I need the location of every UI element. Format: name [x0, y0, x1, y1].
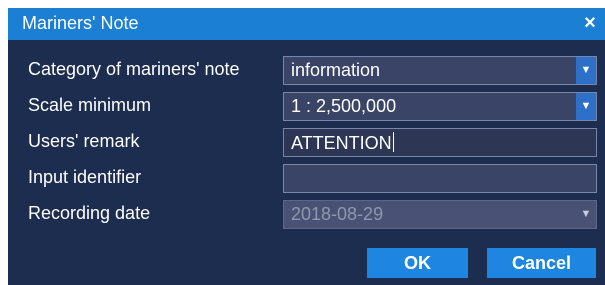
input-identifier-label: Input identifier — [28, 167, 142, 187]
text-caret — [392, 132, 394, 152]
category-select[interactable]: information ▼ — [283, 56, 597, 85]
users-remark-label: Users' remark — [28, 131, 140, 151]
users-remark-input[interactable]: ATTENTION — [283, 128, 597, 157]
recording-date-select: 2018-08-29 ▼ — [283, 200, 597, 229]
category-label: Category of mariners' note — [28, 59, 240, 79]
recording-date-label: Recording date — [28, 203, 151, 223]
scale-minimum-value: 1 : 2,500,000 — [291, 96, 397, 116]
close-icon[interactable]: × — [579, 11, 601, 35]
dialog-title: Mariners' Note — [22, 13, 139, 33]
scale-minimum-label: Scale minimum — [28, 95, 152, 115]
title-bar[interactable]: Mariners' Note × — [8, 8, 605, 40]
cancel-button[interactable]: Cancel — [487, 248, 596, 278]
chevron-down-icon[interactable]: ▼ — [576, 57, 596, 84]
scale-minimum-select[interactable]: 1 : 2,500,000 ▼ — [283, 92, 597, 121]
users-remark-value: ATTENTION — [291, 133, 392, 153]
users-remark-text-wrap: ATTENTION — [291, 132, 394, 154]
chevron-down-icon[interactable]: ▼ — [576, 93, 596, 120]
category-value: information — [291, 60, 381, 80]
recording-date-value: 2018-08-29 — [291, 204, 384, 224]
ok-button[interactable]: OK — [367, 248, 468, 278]
chevron-down-icon: ▼ — [580, 208, 592, 220]
mariners-note-dialog: Mariners' Note × Category of mariners' n… — [8, 8, 605, 285]
input-identifier-input[interactable] — [283, 164, 597, 193]
